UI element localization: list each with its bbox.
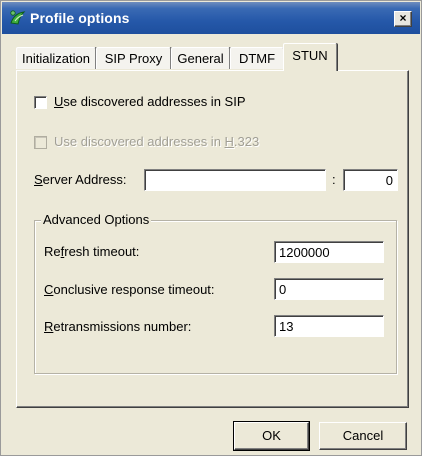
title-bar[interactable]: Profile options × bbox=[2, 2, 420, 34]
advanced-options-title: Advanced Options bbox=[41, 212, 152, 227]
close-button[interactable]: × bbox=[394, 11, 412, 27]
tab-sip-proxy[interactable]: SIP Proxy bbox=[96, 47, 171, 69]
tab-label: SIP Proxy bbox=[104, 51, 163, 66]
tab-initialization[interactable]: Initialization bbox=[16, 47, 96, 69]
conclusive-timeout-label: Conclusive response timeout: bbox=[44, 282, 215, 297]
retransmissions-label: Retransmissions number: bbox=[44, 319, 192, 334]
tab-stun[interactable]: STUN bbox=[283, 43, 337, 71]
app-icon bbox=[10, 10, 26, 25]
server-port-input[interactable] bbox=[343, 169, 398, 191]
cancel-button[interactable]: Cancel bbox=[319, 422, 407, 450]
tab-label: General bbox=[177, 51, 224, 66]
tab-label: DTMF bbox=[238, 51, 276, 66]
server-address-input[interactable] bbox=[144, 169, 326, 191]
refresh-timeout-label: Refresh timeout: bbox=[44, 244, 140, 259]
profile-options-dialog: Profile options × Initialization SIP Pro… bbox=[0, 0, 422, 456]
tab-dtmf[interactable]: DTMF bbox=[230, 47, 284, 69]
refresh-timeout-input[interactable] bbox=[274, 241, 384, 263]
tab-general[interactable]: General bbox=[171, 47, 230, 69]
use-sip-label[interactable]: Use discovered addresses in SIP bbox=[54, 94, 246, 109]
use-sip-checkbox[interactable] bbox=[34, 96, 47, 109]
retransmissions-input[interactable] bbox=[274, 315, 384, 337]
close-icon: × bbox=[399, 11, 407, 25]
conclusive-timeout-input[interactable] bbox=[274, 278, 384, 300]
use-h323-label: Use discovered addresses in H.323 bbox=[54, 134, 260, 149]
tab-label: STUN bbox=[292, 48, 328, 63]
window-title: Profile options bbox=[30, 10, 130, 26]
server-address-label: Server Address: bbox=[34, 172, 127, 187]
port-separator: : bbox=[332, 172, 336, 187]
tab-label: Initialization bbox=[22, 51, 90, 66]
ok-button[interactable]: OK bbox=[233, 421, 310, 451]
use-h323-checkbox[interactable] bbox=[34, 136, 47, 149]
